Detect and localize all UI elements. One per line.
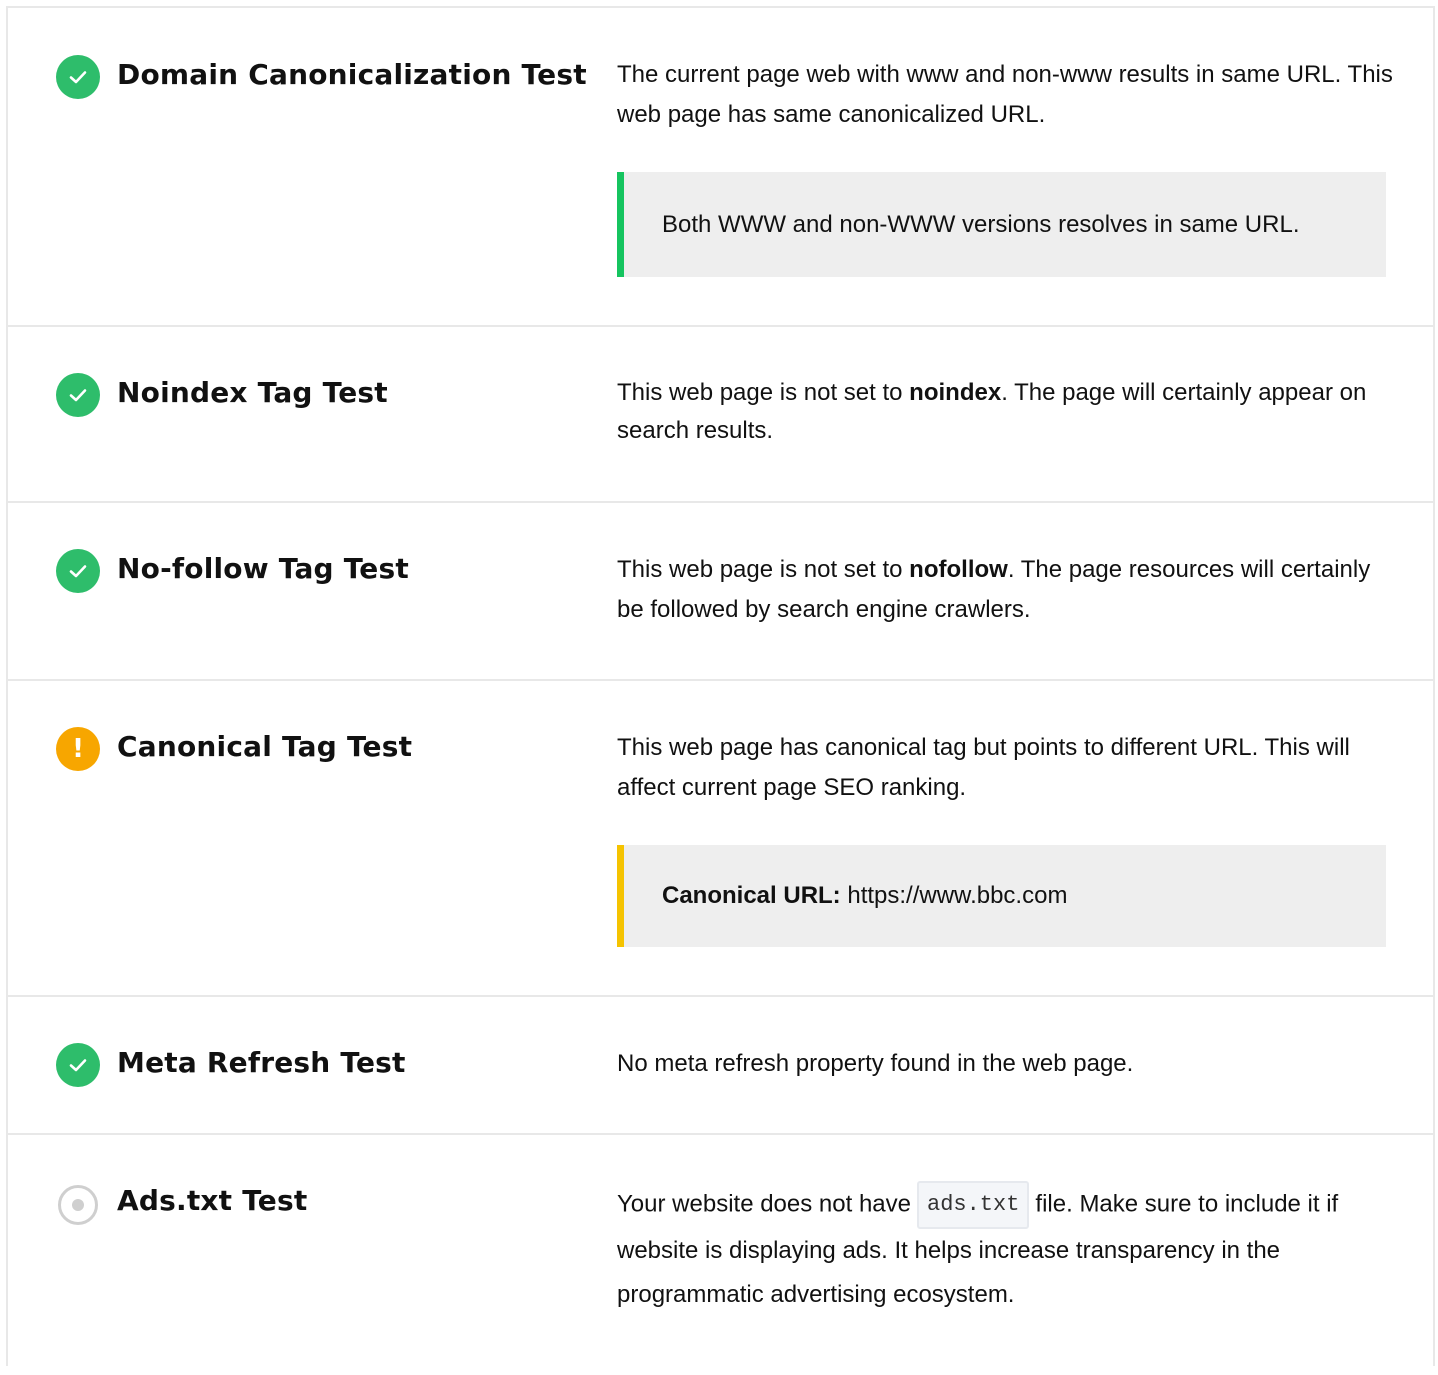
test-description: Your website does not have ads.txt file. M… — [617, 1181, 1397, 1317]
check-circle-icon — [56, 549, 100, 593]
test-description: This web page has canonical tag but poin… — [617, 734, 1350, 801]
callout-text: Both WWW and non-WWW versions resolves i… — [662, 210, 1300, 238]
test-title: Noindex Tag Test — [117, 376, 388, 409]
test-title: Domain Canonicalization Test — [117, 58, 587, 91]
test-description: This web page is not set to nofollow. Th… — [617, 550, 1397, 630]
result-callout: Both WWW and non-WWW versions resolves i… — [617, 172, 1386, 277]
check-circle-icon — [56, 55, 100, 99]
canonical-url: https://www.bbc.com — [847, 882, 1068, 909]
test-row-meta-refresh: Meta Refresh Test No meta refresh proper… — [8, 997, 1433, 1135]
check-circle-icon — [56, 1043, 100, 1087]
description-text: This web page is not set to — [617, 556, 910, 583]
test-row-domain-canonicalization: Domain Canonicalization Test The current… — [8, 8, 1433, 327]
description-text: This web page is not set to — [617, 379, 910, 406]
test-row-noindex: Noindex Tag Test This web page is not se… — [8, 327, 1433, 503]
seo-test-results-panel: Domain Canonicalization Test The current… — [6, 6, 1435, 1366]
test-title: Canonical Tag Test — [117, 730, 413, 763]
callout-label: Canonical URL: — [662, 882, 841, 909]
test-title: No-follow Tag Test — [117, 552, 409, 585]
result-callout: Canonical URL: https://www.bbc.com — [617, 845, 1386, 947]
description-text: Your website does not have — [617, 1190, 911, 1218]
description-keyword: noindex — [909, 379, 1002, 406]
test-description: This web page is not set to noindex. The… — [617, 374, 1397, 450]
exclamation-circle-icon: ! — [56, 727, 100, 771]
test-title: Meta Refresh Test — [117, 1046, 406, 1079]
test-row-canonical-tag: ! Canonical Tag Test This web page has c… — [8, 681, 1433, 997]
test-description: The current page web with www and non-ww… — [617, 61, 1393, 128]
neutral-circle-icon — [58, 1185, 98, 1225]
test-description: No meta refresh property found in the we… — [617, 1050, 1134, 1077]
test-row-nofollow: No-follow Tag Test This web page is not … — [8, 503, 1433, 681]
test-row-ads-txt: Ads.txt Test Your website does not have a… — [8, 1135, 1433, 1375]
test-title: Ads.txt Test — [117, 1184, 308, 1217]
check-circle-icon — [56, 373, 100, 417]
ads-txt-code: ads.txt — [917, 1181, 1030, 1229]
description-keyword: nofollow — [909, 556, 1008, 583]
